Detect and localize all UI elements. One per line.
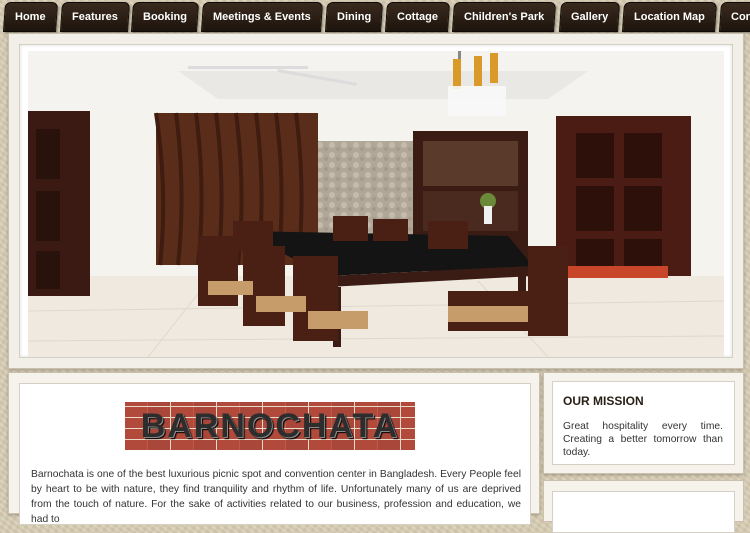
nav-dining-label: Dining: [337, 11, 372, 23]
about-panel-inner: BARNOCHATA Barnochata is one of the best…: [19, 383, 531, 525]
nav-childrens-park-label: Children's Park: [464, 11, 545, 23]
dining-room-photo: [28, 51, 724, 357]
about-text: Barnochata is one of the best luxurious …: [31, 469, 521, 525]
nav-contact[interactable]: Contact: [718, 2, 750, 32]
nav-home-label: Home: [15, 11, 46, 23]
main-nav: Home Features Booking Meetings & Events …: [2, 2, 750, 32]
hero-inner: [19, 44, 733, 358]
nav-cottage-label: Cottage: [397, 11, 439, 23]
nav-location-map[interactable]: Location Map: [621, 2, 717, 32]
nav-meetings-events[interactable]: Meetings & Events: [201, 2, 324, 32]
nav-features-label: Features: [71, 11, 118, 23]
nav-home[interactable]: Home: [2, 2, 58, 32]
nav-cottage[interactable]: Cottage: [385, 2, 451, 32]
nav-dining[interactable]: Dining: [325, 2, 384, 32]
mission-panel-inner: OUR MISSION Great hospitality every time…: [552, 381, 735, 465]
hero-frame: [8, 33, 744, 369]
nav-booking[interactable]: Booking: [131, 2, 200, 32]
logo-text: BARNOCHATA: [140, 406, 400, 445]
about-panel: BARNOCHATA Barnochata is one of the best…: [8, 372, 540, 525]
mission-text: Great hospitality every time. Creating a…: [563, 421, 723, 458]
secondary-panel-inner: [552, 491, 735, 533]
nav-features[interactable]: Features: [59, 2, 130, 32]
nav-location-map-label: Location Map: [633, 11, 705, 23]
mission-panel: OUR MISSION Great hospitality every time…: [543, 372, 744, 474]
nav-contact-label: Contact: [730, 11, 750, 23]
mission-title: OUR MISSION: [563, 394, 644, 408]
nav-gallery[interactable]: Gallery: [558, 2, 621, 32]
nav-gallery-label: Gallery: [570, 11, 608, 23]
nav-meetings-events-label: Meetings & Events: [213, 11, 312, 23]
secondary-panel: [543, 480, 744, 533]
barnochata-logo: BARNOCHATA: [125, 402, 415, 450]
nav-booking-label: Booking: [143, 11, 188, 23]
nav-childrens-park[interactable]: Children's Park: [452, 2, 557, 32]
